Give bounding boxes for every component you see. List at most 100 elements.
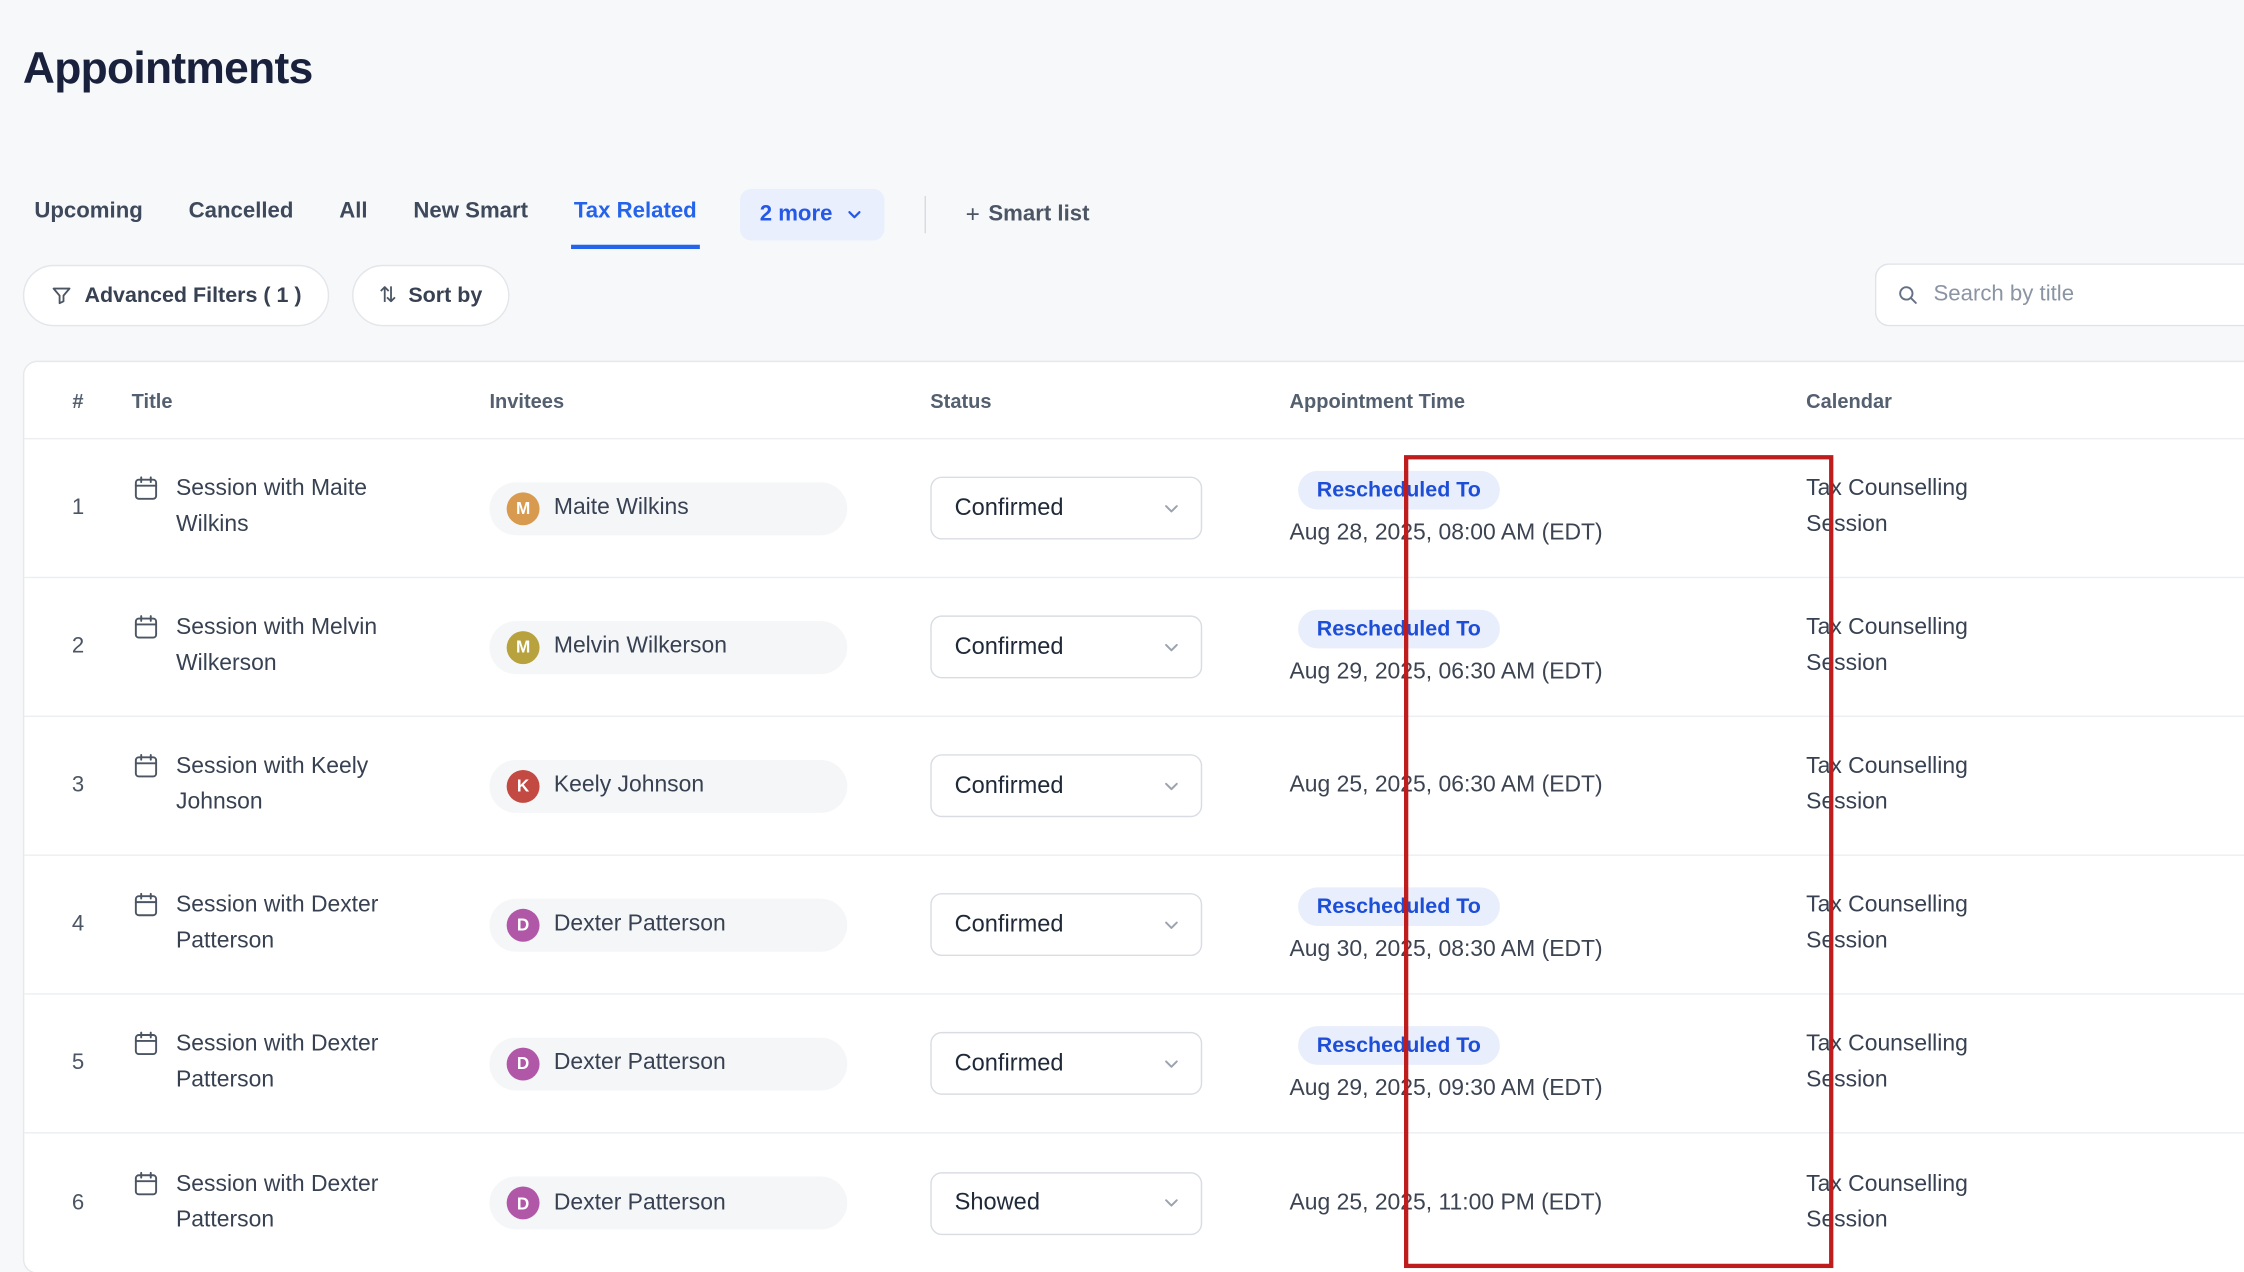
- status-select[interactable]: Confirmed: [930, 754, 1202, 817]
- calendar-icon: [132, 752, 161, 781]
- row-number: 4: [24, 912, 131, 938]
- invitee[interactable]: D Dexter Patterson: [489, 1037, 847, 1090]
- appointment-time: Aug 30, 2025, 08:30 AM (EDT): [1290, 937, 1603, 963]
- table-row: 3 Session with Keely Johnson K Keely Joh…: [24, 717, 2244, 856]
- chevron-down-icon: [1161, 775, 1182, 796]
- row-number: 6: [24, 1190, 131, 1216]
- appointment-title[interactable]: Session with Keely Johnson: [176, 750, 394, 821]
- page-title: Appointments: [23, 43, 313, 95]
- table-header-row: # Title Invitees Status Appointment Time…: [24, 362, 2244, 439]
- status-select[interactable]: Confirmed: [930, 1032, 1202, 1095]
- appointment-title[interactable]: Session with Melvin Wilkerson: [176, 611, 394, 682]
- table-row: 1 Session with Maite Wilkins M Maite Wil…: [24, 439, 2244, 578]
- add-smart-list-button[interactable]: + Smart list: [966, 200, 1090, 229]
- calendar-name: Tax Counselling Session: [1806, 889, 2006, 960]
- status-value: Confirmed: [955, 494, 1064, 521]
- status-select[interactable]: Confirmed: [930, 477, 1202, 540]
- tab-all[interactable]: All: [336, 181, 370, 248]
- rescheduled-badge: Rescheduled To: [1298, 887, 1499, 926]
- row-number: 1: [24, 495, 131, 521]
- rescheduled-badge: Rescheduled To: [1298, 1025, 1499, 1064]
- chevron-down-icon: [1161, 1053, 1182, 1074]
- chevron-down-icon: [844, 205, 864, 225]
- calendar-name: Tax Counselling Session: [1806, 611, 2006, 682]
- search-input[interactable]: [1933, 282, 2224, 308]
- appointment-time: Aug 29, 2025, 09:30 AM (EDT): [1290, 1076, 1603, 1102]
- tab-upcoming[interactable]: Upcoming: [31, 181, 145, 248]
- avatar: D: [507, 1047, 540, 1080]
- appointment-title[interactable]: Session with Dexter Patterson: [176, 889, 394, 960]
- appointment-title[interactable]: Session with Dexter Patterson: [176, 1167, 394, 1238]
- invitee[interactable]: K Keely Johnson: [489, 759, 847, 812]
- calendar-icon: [132, 474, 161, 503]
- chevron-down-icon: [1161, 1192, 1182, 1213]
- column-header-calendar: Calendar: [1806, 389, 2244, 412]
- appointment-time: Aug 28, 2025, 08:00 AM (EDT): [1290, 520, 1603, 546]
- calendar-name: Tax Counselling Session: [1806, 1167, 2006, 1238]
- invitee-name: Maite Wilkins: [554, 495, 689, 521]
- calendar-icon: [132, 613, 161, 642]
- status-value: Confirmed: [955, 1050, 1064, 1077]
- chevron-down-icon: [1161, 914, 1182, 935]
- smart-list-label: Smart list: [988, 202, 1089, 228]
- sort-by-label: Sort by: [408, 283, 482, 307]
- appointment-title[interactable]: Session with Dexter Patterson: [176, 1028, 394, 1099]
- status-value: Confirmed: [955, 633, 1064, 660]
- column-header-title: Title: [132, 389, 490, 412]
- rescheduled-badge: Rescheduled To: [1298, 609, 1499, 648]
- invitee[interactable]: D Dexter Patterson: [489, 1176, 847, 1229]
- avatar: K: [507, 769, 540, 802]
- search-icon: [1896, 282, 1919, 308]
- search-box[interactable]: [1875, 263, 2244, 326]
- calendar-icon: [132, 1029, 161, 1058]
- invitee-name: Keely Johnson: [554, 773, 704, 799]
- appointment-time: Aug 29, 2025, 06:30 AM (EDT): [1290, 659, 1603, 685]
- tabs-divider: [924, 196, 925, 233]
- tabs-bar: Upcoming Cancelled All New Smart Tax Rel…: [31, 180, 2244, 249]
- tab-cancelled[interactable]: Cancelled: [186, 181, 297, 248]
- more-tabs-button[interactable]: 2 more: [740, 189, 884, 241]
- chevron-down-icon: [1161, 497, 1182, 518]
- toolbar: Advanced Filters ( 1 ) ⇅ Sort by: [23, 263, 2244, 326]
- appointment-time: Aug 25, 2025, 06:30 AM (EDT): [1290, 773, 1603, 799]
- column-header-number: #: [24, 389, 131, 412]
- avatar: D: [507, 908, 540, 941]
- column-header-invitees: Invitees: [489, 389, 930, 412]
- calendar-icon: [132, 1169, 161, 1198]
- row-number: 5: [24, 1051, 131, 1077]
- column-header-appointment-time: Appointment Time: [1290, 389, 1807, 412]
- tab-new-smart[interactable]: New Smart: [411, 181, 531, 248]
- table-row: 5 Session with Dexter Patterson D Dexter…: [24, 995, 2244, 1134]
- status-value: Showed: [955, 1189, 1040, 1216]
- status-value: Confirmed: [955, 911, 1064, 938]
- avatar: M: [507, 492, 540, 525]
- calendar-name: Tax Counselling Session: [1806, 473, 2006, 544]
- table-row: 2 Session with Melvin Wilkerson M Melvin…: [24, 578, 2244, 717]
- plus-icon: +: [966, 200, 980, 229]
- invitee-name: Dexter Patterson: [554, 1051, 726, 1077]
- sort-by-button[interactable]: ⇅ Sort by: [352, 264, 510, 326]
- advanced-filters-button[interactable]: Advanced Filters ( 1 ): [23, 264, 329, 326]
- invitee[interactable]: M Maite Wilkins: [489, 482, 847, 535]
- status-select[interactable]: Confirmed: [930, 893, 1202, 956]
- avatar: M: [507, 630, 540, 663]
- tab-tax-related[interactable]: Tax Related: [571, 181, 700, 248]
- row-number: 2: [24, 634, 131, 660]
- avatar: D: [507, 1186, 540, 1219]
- appointments-table: # Title Invitees Status Appointment Time…: [23, 361, 2244, 1272]
- calendar-name: Tax Counselling Session: [1806, 750, 2006, 821]
- invitee[interactable]: M Melvin Wilkerson: [489, 620, 847, 673]
- appointment-title[interactable]: Session with Maite Wilkins: [176, 473, 394, 544]
- invitee-name: Dexter Patterson: [554, 912, 726, 938]
- status-value: Confirmed: [955, 772, 1064, 799]
- status-select[interactable]: Confirmed: [930, 615, 1202, 678]
- status-select[interactable]: Showed: [930, 1171, 1202, 1234]
- table-row: 6 Session with Dexter Patterson D Dexter…: [24, 1134, 2244, 1272]
- more-tabs-label: 2 more: [760, 202, 833, 228]
- table-row: 4 Session with Dexter Patterson D Dexter…: [24, 856, 2244, 995]
- sort-icon: ⇅: [379, 282, 397, 308]
- invitee[interactable]: D Dexter Patterson: [489, 898, 847, 951]
- appointment-time: Aug 25, 2025, 11:00 PM (EDT): [1290, 1190, 1603, 1216]
- calendar-name: Tax Counselling Session: [1806, 1028, 2006, 1099]
- advanced-filters-label: Advanced Filters ( 1 ): [84, 283, 301, 307]
